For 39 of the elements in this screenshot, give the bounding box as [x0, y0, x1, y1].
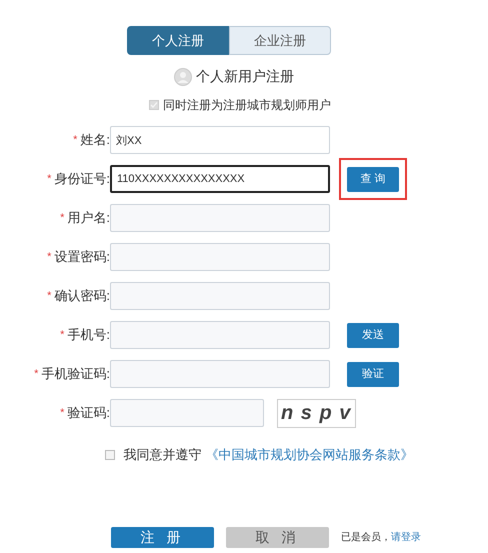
required-mark: * [47, 288, 52, 304]
action-button[interactable]: 发送 [347, 322, 399, 348]
agreement-text: 我同意并遵守 [124, 447, 202, 462]
field-label: 手机号: [67, 326, 110, 344]
checkbox[interactable] [104, 450, 114, 460]
input-field[interactable] [110, 360, 330, 388]
login-prompt: 已是会员， [341, 532, 391, 542]
form-button[interactable]: 注 册 [111, 526, 214, 548]
field-label: 设置密码: [54, 248, 110, 266]
required-mark: * [47, 172, 52, 187]
field-label: 姓名: [80, 131, 110, 150]
action-button[interactable]: 查 询 [347, 166, 399, 192]
tab[interactable]: 企业注册 [229, 26, 331, 55]
tab[interactable]: 个人注册 [127, 26, 229, 55]
field-label: 确认密码: [54, 287, 110, 306]
required-mark: * [60, 328, 64, 343]
login-link[interactable]: 请登录 [391, 532, 421, 542]
form-heading: 个人新用户注册 [196, 67, 294, 86]
required-mark: * [47, 250, 52, 265]
input-field[interactable] [110, 243, 330, 271]
user-avatar-icon [174, 68, 192, 86]
field-label: 用户名: [67, 209, 110, 228]
field-label: 身份证号: [54, 170, 110, 188]
action-button[interactable]: 验证 [347, 362, 399, 387]
input-field[interactable] [110, 204, 330, 232]
input-field[interactable]: 刘XX [110, 126, 330, 154]
checkbox-label: 同时注册为注册城市规划师用户 [163, 97, 331, 114]
required-mark: * [60, 210, 64, 226]
input-field[interactable]: 110XXXXXXXXXXXXXXX [110, 165, 330, 193]
required-mark: * [73, 132, 78, 148]
input-field[interactable] [110, 321, 330, 349]
field-label: 验证码: [67, 404, 110, 422]
required-mark: * [34, 366, 38, 382]
field-label: 手机验证码: [41, 365, 110, 384]
input-field[interactable] [110, 399, 264, 427]
terms-link[interactable]: 《中国城市规划协会网站服务条款》 [206, 447, 414, 462]
input-field[interactable] [110, 282, 330, 310]
captcha-image[interactable]: n s p v [277, 398, 356, 428]
required-mark: * [60, 406, 64, 421]
